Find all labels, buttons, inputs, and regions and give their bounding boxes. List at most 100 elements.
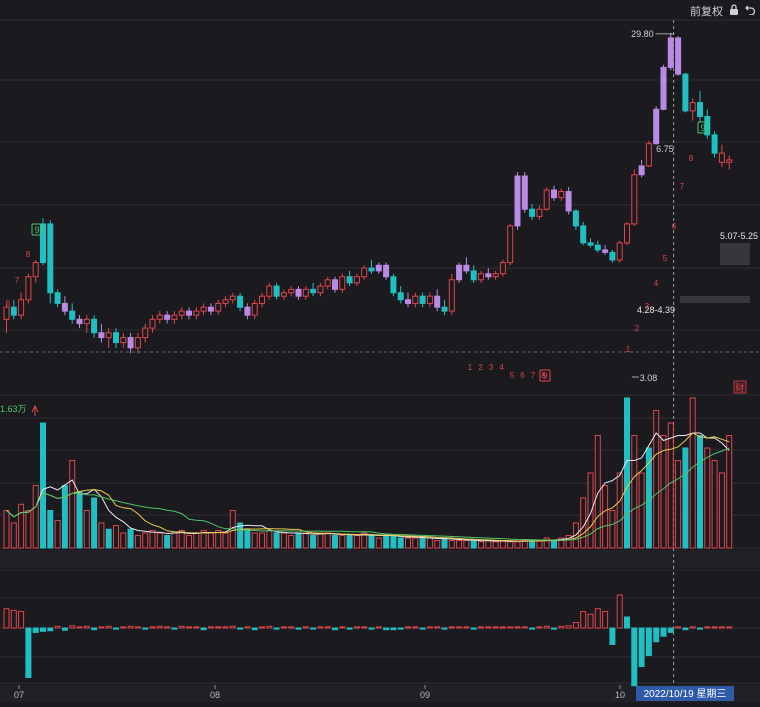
candle-body bbox=[667, 37, 674, 68]
candle-body bbox=[310, 288, 317, 294]
range-upper-label: 5.07-5.25 bbox=[720, 231, 758, 241]
candle-body bbox=[558, 191, 565, 199]
candle-body bbox=[280, 292, 287, 297]
volume-bar bbox=[288, 535, 295, 549]
range-lower-box bbox=[680, 296, 750, 303]
candle-body bbox=[200, 306, 207, 312]
osc-bar bbox=[572, 622, 579, 629]
candle-body bbox=[127, 337, 134, 349]
candle-body bbox=[689, 102, 696, 112]
candle-body bbox=[302, 288, 309, 297]
osc-bar bbox=[507, 626, 514, 629]
td-count-early: 8 bbox=[26, 250, 31, 259]
candle-body bbox=[156, 314, 163, 320]
mid-price-label: 6.75 bbox=[656, 144, 674, 154]
volume-bar bbox=[638, 472, 645, 549]
candle-body bbox=[3, 306, 10, 320]
candle-body bbox=[69, 310, 76, 320]
candle-body bbox=[375, 264, 382, 272]
chart-background bbox=[0, 0, 760, 702]
volume-bar bbox=[594, 435, 601, 549]
candle-body bbox=[222, 299, 229, 304]
volume-bar bbox=[127, 528, 134, 549]
candle-body bbox=[580, 225, 587, 244]
candle-body bbox=[675, 37, 682, 75]
adjust-mode-button[interactable]: 前复权 bbox=[690, 3, 723, 19]
osc-bar bbox=[624, 616, 630, 629]
finance-badge-label: 财 bbox=[735, 382, 744, 393]
volume-bar bbox=[463, 540, 470, 549]
td-count-oct: 8 bbox=[689, 154, 694, 163]
volume-bar bbox=[302, 532, 309, 549]
candle-body bbox=[463, 264, 470, 272]
osc-bar bbox=[200, 627, 207, 631]
candle-body bbox=[18, 299, 25, 316]
candle-body bbox=[361, 267, 368, 278]
volume-bar bbox=[726, 435, 733, 549]
volume-bar bbox=[587, 472, 594, 549]
volume-bar bbox=[47, 510, 54, 549]
osc-bar bbox=[149, 626, 156, 629]
candle-body bbox=[609, 251, 616, 261]
candle-body bbox=[54, 292, 61, 304]
candle-body bbox=[25, 276, 32, 301]
candle-body bbox=[266, 285, 273, 297]
candle-body bbox=[353, 276, 360, 284]
osc-bar bbox=[229, 625, 236, 629]
candle-body bbox=[98, 332, 105, 339]
volume-bar bbox=[397, 537, 404, 549]
td-count-oct: 3 bbox=[645, 302, 650, 311]
candle-body bbox=[215, 302, 222, 312]
osc-bar bbox=[448, 626, 455, 629]
volume-bar bbox=[25, 510, 32, 549]
candle-body bbox=[76, 318, 83, 325]
candle-body bbox=[237, 295, 244, 308]
volume-bar bbox=[616, 472, 623, 549]
volume-bar bbox=[76, 491, 83, 549]
td-count-early: 6 bbox=[6, 299, 11, 308]
volume-value-label: 1.63万 bbox=[0, 404, 27, 414]
candle-body bbox=[207, 306, 214, 312]
osc-bar bbox=[156, 625, 163, 629]
volume-bar bbox=[280, 532, 287, 549]
panel-separator bbox=[0, 550, 760, 568]
candle-body bbox=[587, 242, 594, 246]
volume-bar bbox=[171, 532, 178, 549]
volume-bar bbox=[529, 540, 536, 549]
candle-body bbox=[726, 159, 733, 163]
lock-icon[interactable] bbox=[729, 4, 739, 18]
osc-bar bbox=[295, 627, 302, 630]
candle-body bbox=[551, 189, 557, 199]
osc-bar bbox=[346, 627, 353, 630]
osc-bar bbox=[704, 626, 711, 629]
volume-bar bbox=[667, 422, 674, 549]
chart-canvas[interactable]: 29.803.086.755.07-5.254.28-4.39999财6781 2… bbox=[0, 0, 760, 702]
td-count-sep: 8 bbox=[541, 371, 546, 380]
osc-bar bbox=[390, 627, 397, 631]
candle-body bbox=[543, 189, 550, 210]
osc-bar bbox=[353, 626, 360, 629]
osc-bar bbox=[499, 626, 506, 629]
osc-bar bbox=[441, 627, 448, 630]
candle-body bbox=[602, 249, 609, 253]
high-price-label: 29.80 bbox=[631, 29, 654, 39]
osc-bar bbox=[40, 627, 46, 632]
volume-bar bbox=[295, 532, 302, 549]
volume-bar bbox=[222, 532, 229, 549]
osc-bar bbox=[580, 611, 587, 629]
candle-body bbox=[273, 285, 280, 297]
candle-body bbox=[91, 318, 98, 334]
volume-bar bbox=[207, 532, 214, 549]
volume-bar bbox=[98, 522, 105, 549]
volume-bar bbox=[142, 532, 149, 549]
candle-body bbox=[434, 295, 441, 308]
stock-chart[interactable]: 29.80 3.08 6.75 5.07-5.25 4.28-4.39 9 9 9 财 6 7 8 1 2… bbox=[0, 0, 760, 702]
candle-body bbox=[40, 223, 46, 264]
osc-bar bbox=[251, 627, 258, 631]
volume-bar bbox=[193, 532, 200, 549]
td-count-oct: 1 bbox=[626, 345, 631, 354]
volume-bar bbox=[718, 472, 725, 549]
undo-icon[interactable] bbox=[745, 4, 756, 18]
osc-bar bbox=[171, 627, 178, 630]
osc-bar bbox=[339, 626, 346, 629]
